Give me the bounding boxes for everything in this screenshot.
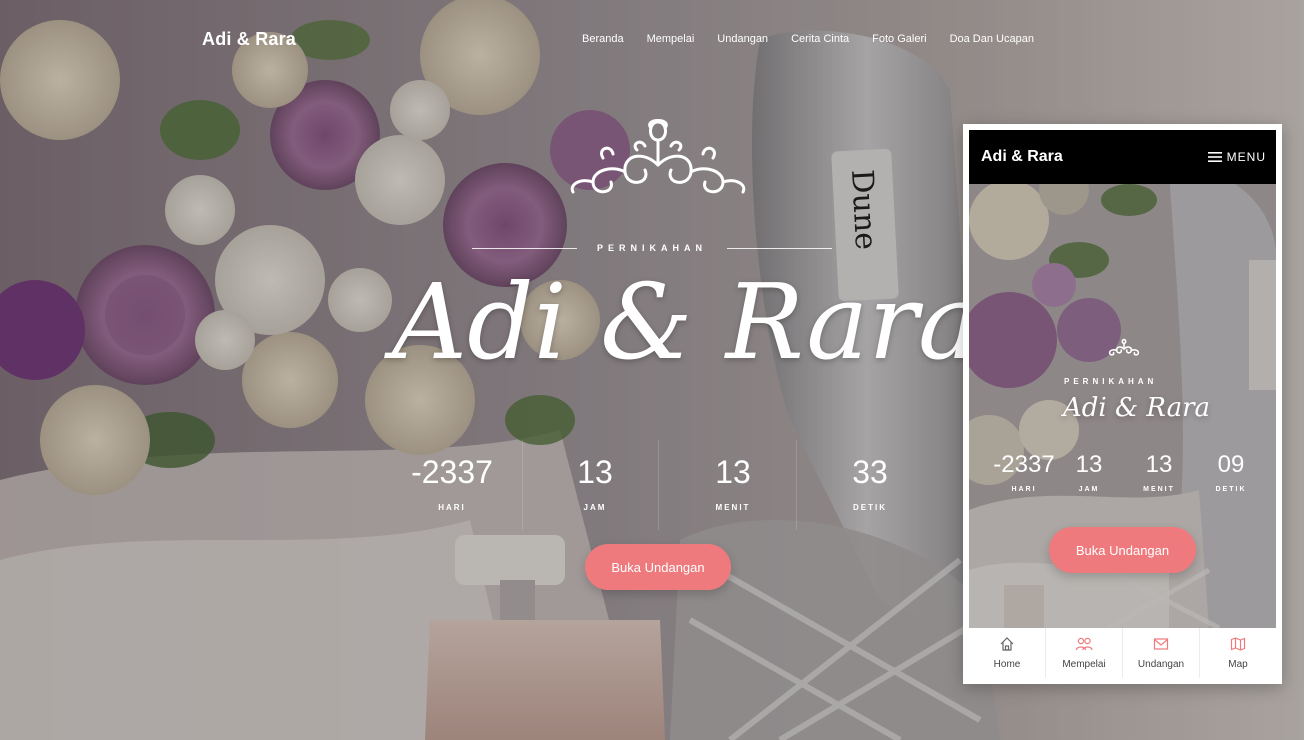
phone-screen: Adi & Rara MENU PERNIKAHAN Adi & Rara -2… bbox=[969, 130, 1276, 628]
countdown-minutes-label: MENIT bbox=[715, 503, 751, 512]
nav-item-doa-dan-ucapan[interactable]: Doa Dan Ucapan bbox=[950, 33, 1034, 45]
map-icon bbox=[1230, 637, 1246, 651]
phone-open-invitation-button[interactable]: Buka Undangan bbox=[1049, 527, 1196, 573]
divider-right bbox=[727, 248, 832, 249]
tab-undangan-label: Undangan bbox=[1137, 659, 1185, 670]
phone-countdown-minutes: 13 MENIT bbox=[1129, 451, 1189, 494]
tab-map[interactable]: Map bbox=[1199, 628, 1276, 678]
phone-countdown-minutes-value: 13 bbox=[1145, 451, 1173, 478]
hamburger-icon bbox=[1207, 152, 1222, 162]
nav-menu: Beranda Mempelai Undangan Cerita Cinta F… bbox=[582, 33, 1057, 45]
countdown-days: -2337 HARI bbox=[382, 455, 522, 512]
countdown-days-value: -2337 bbox=[411, 454, 493, 490]
countdown-hours-value: 13 bbox=[577, 454, 613, 490]
countdown-minutes-value: 13 bbox=[715, 454, 751, 490]
nav-item-mempelai[interactable]: Mempelai bbox=[647, 33, 695, 45]
countdown-seconds-label: DETIK bbox=[853, 503, 887, 512]
open-invitation-button[interactable]: Buka Undangan bbox=[585, 544, 731, 590]
phone-brand[interactable]: Adi & Rara bbox=[981, 148, 1063, 166]
envelope-icon bbox=[1153, 638, 1169, 650]
countdown-separator bbox=[796, 440, 797, 530]
phone-couple-names: Adi & Rara bbox=[1063, 393, 1211, 423]
couple-icon bbox=[1075, 637, 1093, 651]
tab-mempelai[interactable]: Mempelai bbox=[1045, 628, 1122, 678]
phone-bottom-tabbar: Home Mempelai Undangan Map bbox=[969, 628, 1276, 678]
phone-countdown-days: -2337 HARI bbox=[989, 451, 1059, 494]
tab-map-label: Map bbox=[1228, 659, 1248, 670]
phone-menu-button[interactable]: MENU bbox=[1207, 150, 1266, 164]
phone-navbar: Adi & Rara MENU bbox=[969, 130, 1276, 184]
phone-countdown-seconds: 09 DETIK bbox=[1201, 451, 1261, 494]
floral-ornament-icon bbox=[570, 119, 746, 194]
home-icon bbox=[1000, 637, 1014, 651]
countdown-hours-label: JAM bbox=[583, 503, 607, 512]
nav-item-undangan[interactable]: Undangan bbox=[717, 33, 768, 45]
nav-item-cerita-cinta[interactable]: Cerita Cinta bbox=[791, 33, 849, 45]
couple-names: Adi & Rara bbox=[392, 261, 981, 383]
phone-floral-ornament-icon bbox=[1108, 338, 1140, 356]
phone-countdown-days-label: HARI bbox=[1011, 486, 1037, 493]
phone-countdown-hours: 13 JAM bbox=[1059, 451, 1119, 494]
nav-item-foto-galeri[interactable]: Foto Galeri bbox=[872, 33, 926, 45]
phone-countdown-hours-label: JAM bbox=[1078, 486, 1100, 493]
eyebrow-pernikahan: PERNIKAHAN bbox=[597, 243, 708, 253]
phone-countdown-minutes-label: MENIT bbox=[1143, 486, 1175, 493]
phone-countdown-days-value: -2337 bbox=[993, 451, 1055, 478]
hero-page: Dune Adi & Rara Beranda Mempelai Undanga… bbox=[0, 0, 1304, 740]
site-brand[interactable]: Adi & Rara bbox=[202, 29, 296, 50]
countdown-days-label: HARI bbox=[438, 503, 466, 512]
phone-countdown-seconds-label: DETIK bbox=[1215, 486, 1247, 493]
tab-home-label: Home bbox=[993, 659, 1021, 670]
countdown-separator bbox=[658, 440, 659, 530]
countdown-separator bbox=[522, 440, 523, 530]
countdown-seconds-value: 33 bbox=[852, 454, 888, 490]
countdown-seconds: 33 DETIK bbox=[800, 455, 940, 512]
tab-undangan[interactable]: Undangan bbox=[1122, 628, 1199, 678]
tab-home[interactable]: Home bbox=[969, 628, 1045, 678]
nav-item-beranda[interactable]: Beranda bbox=[582, 33, 624, 45]
tab-mempelai-label: Mempelai bbox=[1062, 659, 1106, 670]
phone-mockup: Adi & Rara MENU PERNIKAHAN Adi & Rara -2… bbox=[963, 124, 1282, 684]
countdown-hours: 13 JAM bbox=[525, 455, 665, 512]
phone-countdown-hours-value: 13 bbox=[1075, 451, 1103, 478]
countdown-minutes: 13 MENIT bbox=[663, 455, 803, 512]
phone-eyebrow-pernikahan: PERNIKAHAN bbox=[1064, 377, 1158, 386]
phone-countdown-seconds-value: 09 bbox=[1217, 451, 1245, 478]
phone-menu-label: MENU bbox=[1226, 150, 1266, 164]
top-navbar: Adi & Rara Beranda Mempelai Undangan Cer… bbox=[0, 0, 1304, 80]
divider-left bbox=[472, 248, 577, 249]
